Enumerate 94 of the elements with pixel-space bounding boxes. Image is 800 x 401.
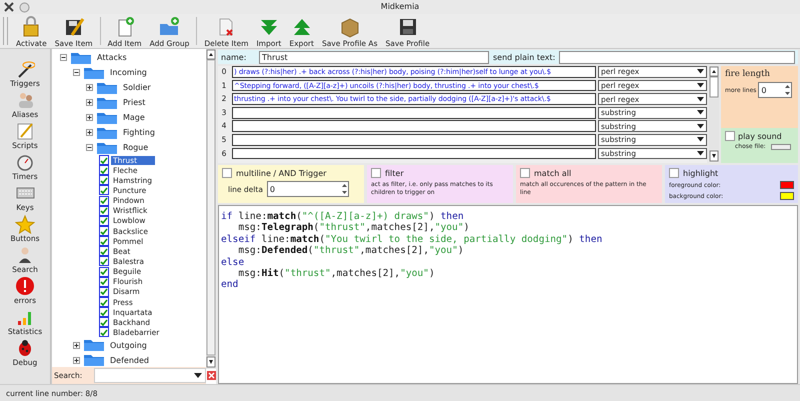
folder-icon [70, 50, 92, 64]
more-lines-spinbox[interactable]: 0 [758, 82, 792, 98]
expand-icon[interactable] [86, 129, 93, 136]
filter-label: filter [385, 168, 404, 178]
tree-item[interactable]: Defended [108, 356, 151, 365]
checkbox[interactable] [669, 168, 679, 178]
checkbox[interactable] [99, 185, 109, 196]
checkbox[interactable] [99, 327, 109, 338]
folder-icon [96, 126, 118, 140]
name-field[interactable]: Thrust [259, 50, 489, 64]
pattern-field[interactable] [232, 120, 596, 132]
tree-item[interactable]: Fighting [121, 128, 157, 137]
checkbox[interactable] [520, 168, 530, 178]
checkbox[interactable] [99, 307, 109, 318]
dropdown-arrow-icon [697, 96, 704, 102]
code-line: elseif line:match("You twirl to the side, partially dodging") then [221, 234, 602, 246]
folder-icon [96, 80, 118, 94]
tree-item[interactable]: Mage [121, 113, 147, 122]
tree-item[interactable]: Soldier [121, 83, 153, 92]
checkbox[interactable] [99, 246, 109, 256]
code-line: else [221, 256, 244, 268]
clear-icon [207, 371, 216, 380]
pattern-field[interactable] [232, 134, 596, 146]
line-delta-spinbox[interactable]: 0 [266, 181, 349, 197]
tree-item[interactable]: Priest [121, 98, 148, 107]
send-text-label: send plain text: [493, 52, 556, 62]
folder-icon [83, 338, 105, 352]
code-line: msg:Telegraph("thrust",matches[2],"you") [237, 222, 470, 234]
star-icon [15, 214, 35, 234]
code-line: end [221, 279, 238, 291]
color-swatch[interactable] [780, 192, 794, 200]
folder-icon [96, 96, 118, 110]
error-icon [14, 276, 35, 296]
checkbox[interactable] [99, 216, 109, 226]
folder-icon [96, 110, 118, 124]
code-line: msg:Hit("thrust",matches[2],"you") [238, 268, 435, 280]
code-line: if line:match("^([A-Z][a-z]+) draws") then [221, 211, 464, 222]
match-all-label: match all [534, 168, 572, 178]
tree-item[interactable]: Outgoing [108, 340, 149, 350]
tree-item[interactable]: Incoming [108, 68, 149, 77]
dropdown-arrow-icon [697, 69, 704, 74]
folder-icon [96, 140, 118, 154]
play-sound-label: play sound [738, 132, 782, 140]
checkbox[interactable] [99, 256, 109, 266]
dropdown-arrow-icon [697, 150, 704, 156]
search-field[interactable] [94, 368, 206, 383]
expand-icon[interactable] [86, 114, 93, 121]
expand-icon[interactable] [86, 84, 93, 91]
code-editor[interactable] [218, 205, 798, 384]
checkbox[interactable] [99, 165, 109, 176]
expand-icon[interactable] [73, 342, 80, 349]
checkbox[interactable] [99, 175, 109, 186]
pattern-field[interactable] [232, 148, 596, 160]
checkbox[interactable] [99, 266, 109, 277]
collapse-icon[interactable] [73, 69, 80, 76]
tree-item[interactable]: Rogue [121, 143, 150, 152]
folder-icon [83, 66, 105, 80]
tree-item[interactable]: Attacks [95, 53, 129, 62]
checkbox[interactable] [99, 196, 109, 206]
dropdown-arrow-icon [697, 82, 704, 88]
checkbox[interactable] [99, 276, 109, 287]
checkbox[interactable] [99, 226, 109, 236]
checkbox[interactable] [725, 131, 735, 141]
color-swatch[interactable] [780, 181, 794, 189]
name-label: name: [221, 52, 248, 62]
checkbox[interactable] [371, 168, 381, 178]
highlight-label: highlight [683, 168, 718, 178]
choose-file-button[interactable] [770, 144, 791, 150]
collapse-icon[interactable] [86, 144, 93, 151]
spin-arrows-icon [340, 182, 348, 196]
send-text-field[interactable] [559, 50, 795, 64]
dropdown-arrow-icon [194, 372, 202, 378]
checkbox[interactable] [222, 168, 232, 178]
folder-icon [83, 353, 105, 367]
checkbox[interactable] [99, 297, 109, 308]
dropdown-arrow-icon [697, 110, 704, 116]
dropdown-arrow-icon [697, 124, 704, 129]
window-title: Midkemia [380, 2, 420, 11]
checkbox[interactable] [99, 236, 109, 246]
expand-icon[interactable] [86, 99, 93, 106]
checkbox[interactable] [99, 155, 109, 166]
pattern-field[interactable] [232, 106, 596, 119]
checkbox[interactable] [99, 286, 109, 297]
checkbox[interactable] [99, 206, 109, 216]
code-line: msg:Defended("thrust",matches[2],"you") [237, 245, 464, 257]
pencil-icon [14, 121, 35, 141]
expand-icon[interactable] [73, 356, 80, 364]
spin-arrows-icon [784, 83, 792, 97]
multiline-label: multiline / AND Trigger [236, 168, 326, 178]
group-title: fire length [725, 69, 772, 79]
collapse-icon[interactable] [60, 54, 67, 61]
dropdown-arrow-icon [697, 137, 704, 142]
checkbox[interactable] [99, 317, 109, 328]
tools-icon [3, 1, 15, 13]
